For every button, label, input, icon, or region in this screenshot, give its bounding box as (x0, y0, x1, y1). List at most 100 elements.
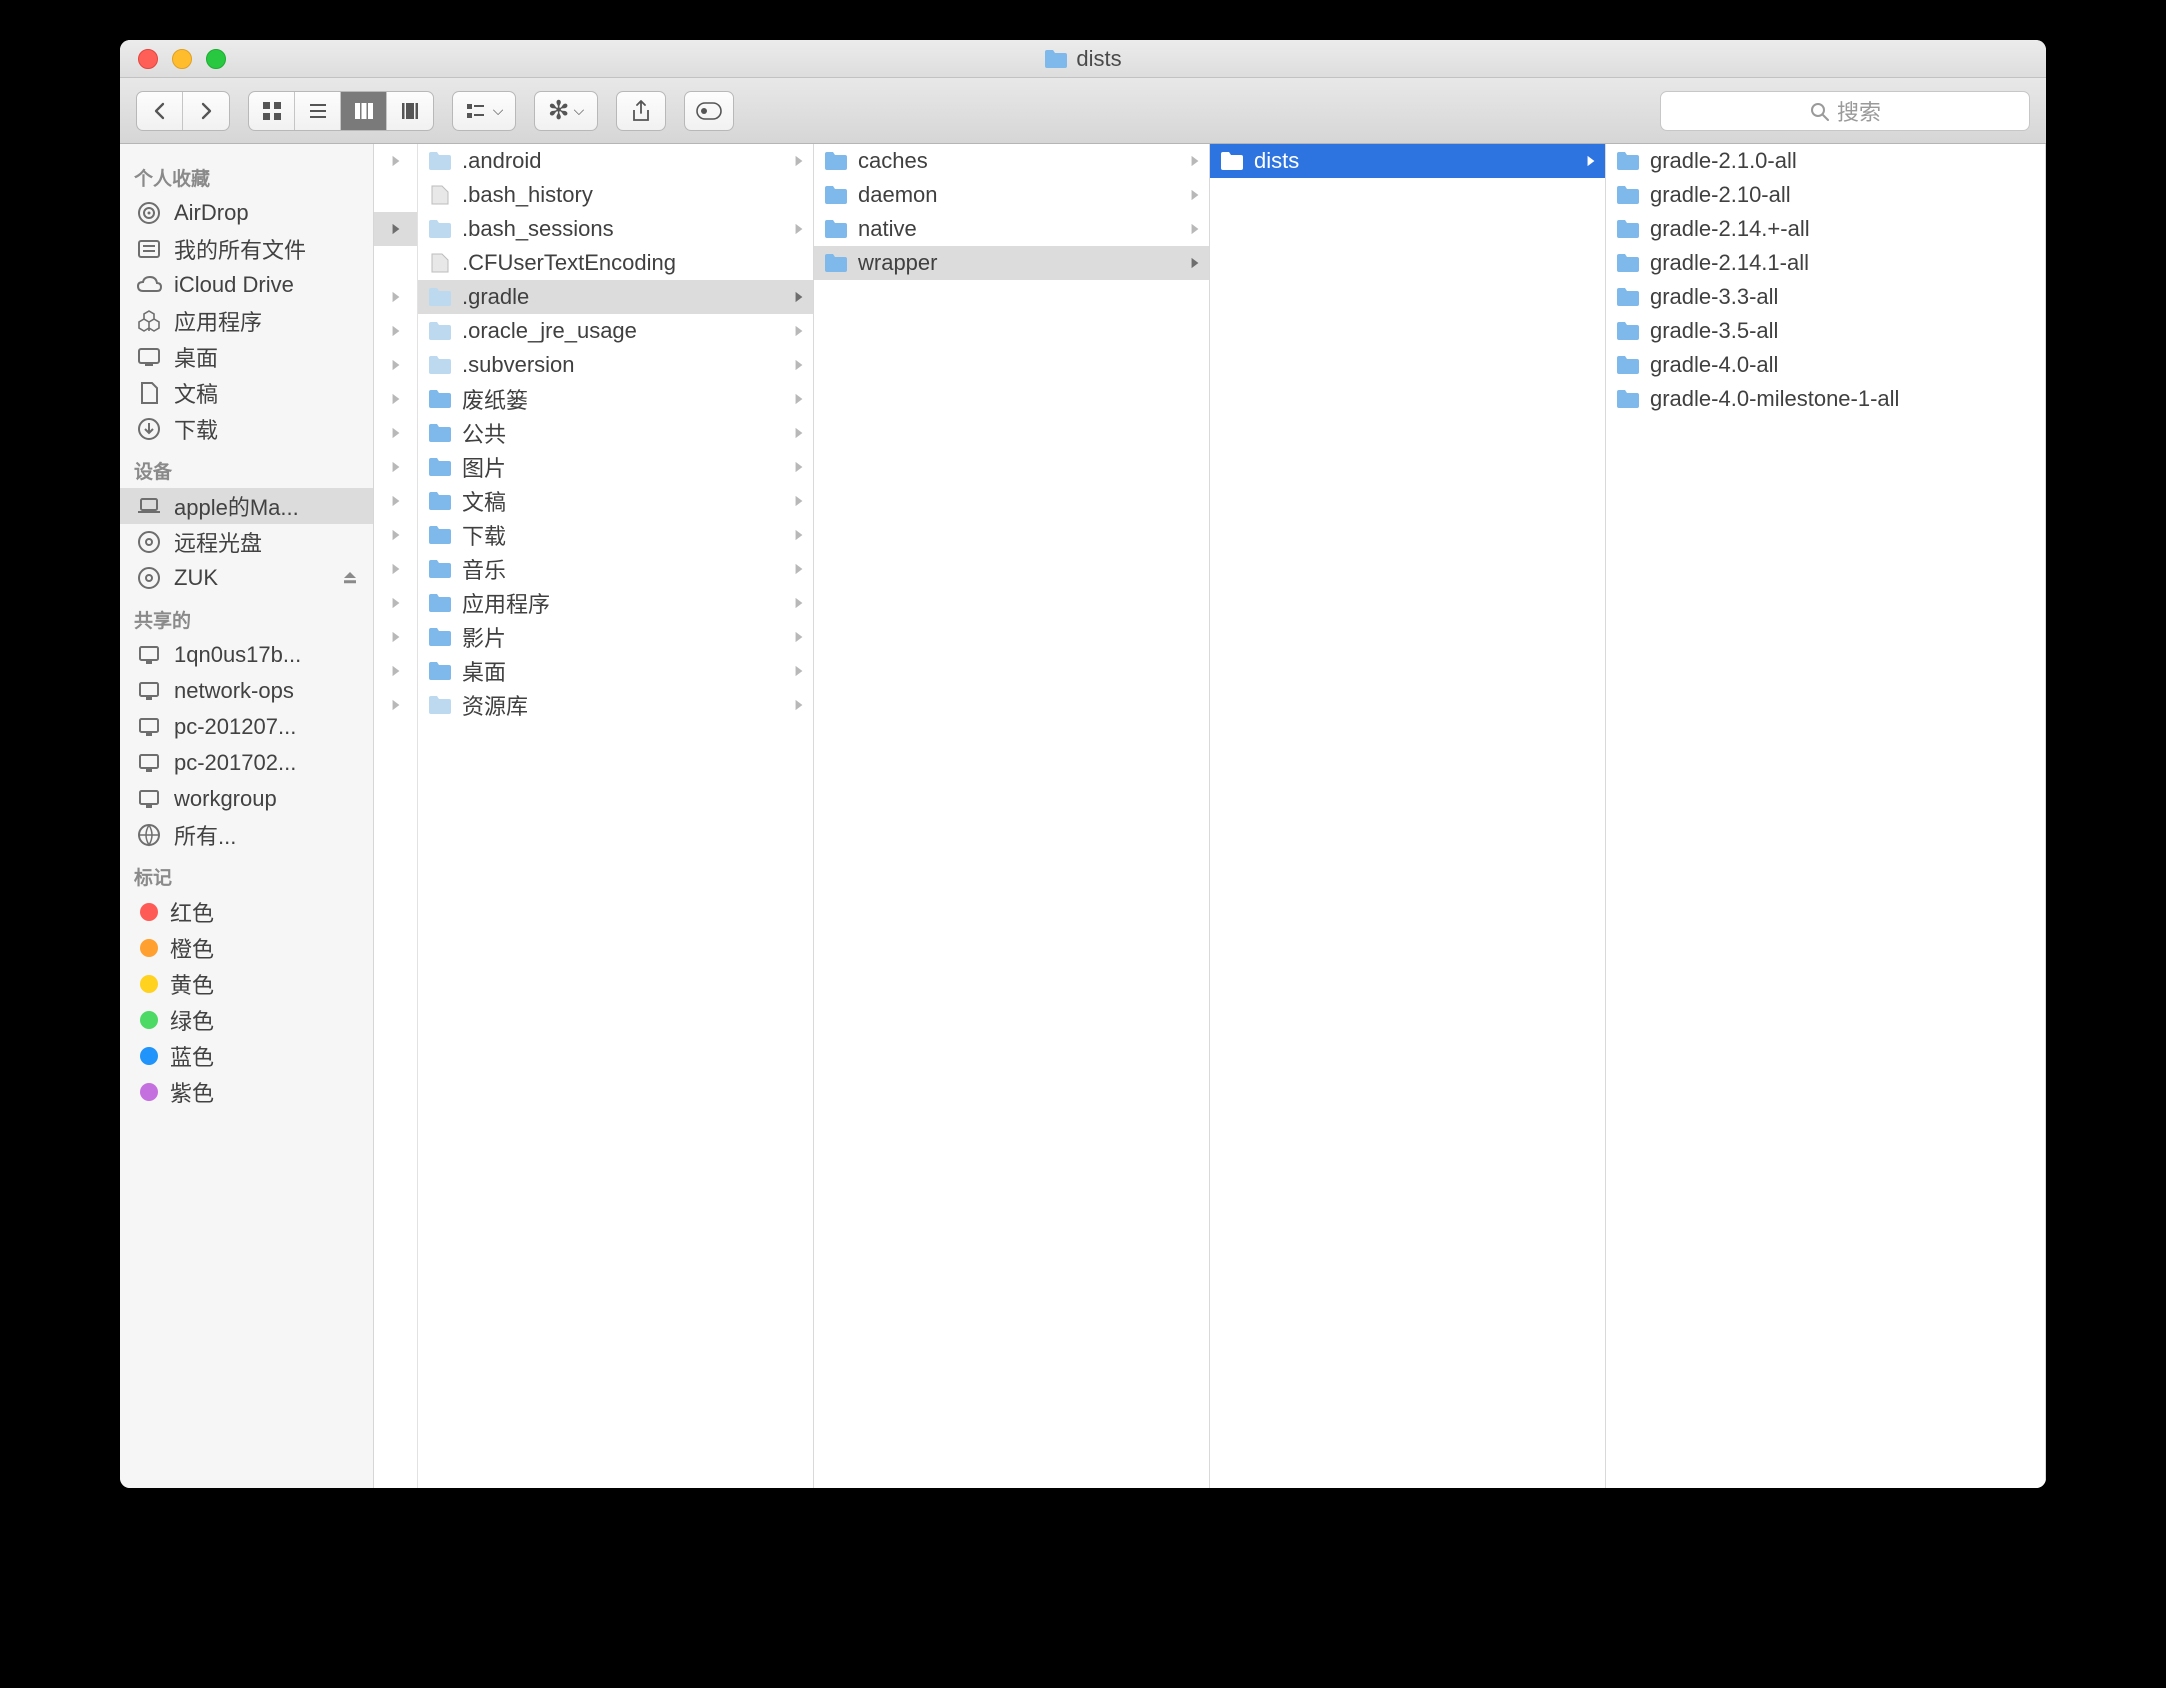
file-row[interactable]: .android (418, 144, 813, 178)
view-list-button[interactable] (295, 92, 341, 130)
file-row[interactable]: dists (1210, 144, 1605, 178)
sidebar-item[interactable]: workgroup (120, 781, 373, 817)
arrange-button[interactable]: ⌵ (452, 91, 516, 131)
view-coverflow-button[interactable] (387, 92, 433, 130)
file-row[interactable]: gradle-3.3-all (1606, 280, 2045, 314)
column-preview-arrow[interactable] (374, 314, 417, 348)
sidebar-item[interactable]: 1qn0us17b... (120, 637, 373, 673)
file-row[interactable]: caches (814, 144, 1209, 178)
column-preview-arrow[interactable] (374, 450, 417, 484)
file-row[interactable]: 图片 (418, 450, 813, 484)
column-preview-arrow[interactable] (374, 280, 417, 314)
column-preview-arrow[interactable] (374, 144, 417, 178)
file-label: gradle-2.14.+-all (1650, 216, 1810, 242)
sidebar-item[interactable]: AirDrop (120, 195, 373, 231)
sidebar-item[interactable]: 文稿 (120, 375, 373, 411)
file-row[interactable]: gradle-2.14.1-all (1606, 246, 2045, 280)
file-row[interactable]: 应用程序 (418, 586, 813, 620)
file-row[interactable]: daemon (814, 178, 1209, 212)
view-column-button[interactable] (341, 92, 387, 130)
file-row[interactable]: wrapper (814, 246, 1209, 280)
column-preview-arrow[interactable] (374, 518, 417, 552)
sidebar-item[interactable]: 紫色 (120, 1074, 373, 1110)
file-row[interactable]: gradle-3.5-all (1606, 314, 2045, 348)
eject-icon[interactable] (341, 569, 359, 587)
column-preview-arrow[interactable] (374, 654, 417, 688)
file-label: caches (858, 148, 928, 174)
column-preview-arrow[interactable] (374, 178, 417, 212)
sidebar-item[interactable]: 下载 (120, 411, 373, 447)
search-field[interactable]: 搜索 (1660, 91, 2030, 131)
sidebar-item[interactable]: 远程光盘 (120, 524, 373, 560)
file-row[interactable]: gradle-2.14.+-all (1606, 212, 2045, 246)
file-label: 应用程序 (462, 587, 550, 619)
column-preview-arrow[interactable] (374, 620, 417, 654)
pc-icon (136, 786, 162, 812)
sidebar-item[interactable]: pc-201207... (120, 709, 373, 745)
desktop-icon (136, 344, 162, 370)
action-button[interactable]: ✻⌵ (534, 91, 598, 131)
file-row[interactable]: .gradle (418, 280, 813, 314)
column-preview-arrow[interactable] (374, 484, 417, 518)
file-label: gradle-3.3-all (1650, 284, 1778, 310)
column-preview-arrow[interactable] (374, 552, 417, 586)
column-preview-arrow[interactable] (374, 212, 417, 246)
sidebar-item[interactable]: 桌面 (120, 339, 373, 375)
chevron-right-icon (793, 221, 805, 237)
sidebar-item[interactable]: ZUK (120, 560, 373, 596)
sidebar-heading: 标记 (120, 853, 373, 894)
file-row[interactable]: .bash_history (418, 178, 813, 212)
fullscreen-button[interactable] (206, 49, 226, 69)
file-row[interactable]: 影片 (418, 620, 813, 654)
sidebar-item[interactable]: 橙色 (120, 930, 373, 966)
sidebar-item[interactable]: 所有... (120, 817, 373, 853)
file-row[interactable]: gradle-2.1.0-all (1606, 144, 2045, 178)
file-row[interactable]: 桌面 (418, 654, 813, 688)
back-button[interactable] (137, 92, 183, 130)
file-row[interactable]: 文稿 (418, 484, 813, 518)
sidebar-item[interactable]: 蓝色 (120, 1038, 373, 1074)
file-row[interactable]: 音乐 (418, 552, 813, 586)
share-button[interactable] (616, 91, 666, 131)
forward-button[interactable] (183, 92, 229, 130)
sidebar-item[interactable]: 绿色 (120, 1002, 373, 1038)
file-row[interactable]: .CFUserTextEncoding (418, 246, 813, 280)
file-row[interactable]: .bash_sessions (418, 212, 813, 246)
chevron-right-icon (793, 595, 805, 611)
sidebar-item[interactable]: 我的所有文件 (120, 231, 373, 267)
sidebar-item[interactable]: 黄色 (120, 966, 373, 1002)
file-row[interactable]: gradle-2.10-all (1606, 178, 2045, 212)
file-row[interactable]: .oracle_jre_usage (418, 314, 813, 348)
chevron-right-icon (793, 153, 805, 169)
file-row[interactable]: 下载 (418, 518, 813, 552)
file-row[interactable]: .subversion (418, 348, 813, 382)
file-row[interactable]: 资源库 (418, 688, 813, 722)
file-row[interactable]: gradle-4.0-all (1606, 348, 2045, 382)
chevron-right-icon (1189, 187, 1201, 203)
file-row[interactable]: 废纸篓 (418, 382, 813, 416)
sidebar-item[interactable]: iCloud Drive (120, 267, 373, 303)
view-icon-button[interactable] (249, 92, 295, 130)
column-preview-arrow[interactable] (374, 586, 417, 620)
file-row[interactable]: native (814, 212, 1209, 246)
sidebar-heading: 共享的 (120, 596, 373, 637)
chevron-right-icon (1189, 153, 1201, 169)
sidebar-item[interactable]: 应用程序 (120, 303, 373, 339)
sidebar-item[interactable]: apple的Ma... (120, 488, 373, 524)
file-label: .subversion (462, 352, 575, 378)
sidebar-item[interactable]: pc-201702... (120, 745, 373, 781)
file-label: gradle-2.14.1-all (1650, 250, 1809, 276)
column-preview-arrow[interactable] (374, 688, 417, 722)
file-row[interactable]: 公共 (418, 416, 813, 450)
file-label: 文稿 (462, 485, 506, 517)
column-preview-arrow[interactable] (374, 416, 417, 450)
tags-button[interactable] (684, 91, 734, 131)
minimize-button[interactable] (172, 49, 192, 69)
column-preview-arrow[interactable] (374, 246, 417, 280)
file-row[interactable]: gradle-4.0-milestone-1-all (1606, 382, 2045, 416)
close-button[interactable] (138, 49, 158, 69)
sidebar-item[interactable]: 红色 (120, 894, 373, 930)
sidebar-item[interactable]: network-ops (120, 673, 373, 709)
column-preview-arrow[interactable] (374, 348, 417, 382)
column-preview-arrow[interactable] (374, 382, 417, 416)
